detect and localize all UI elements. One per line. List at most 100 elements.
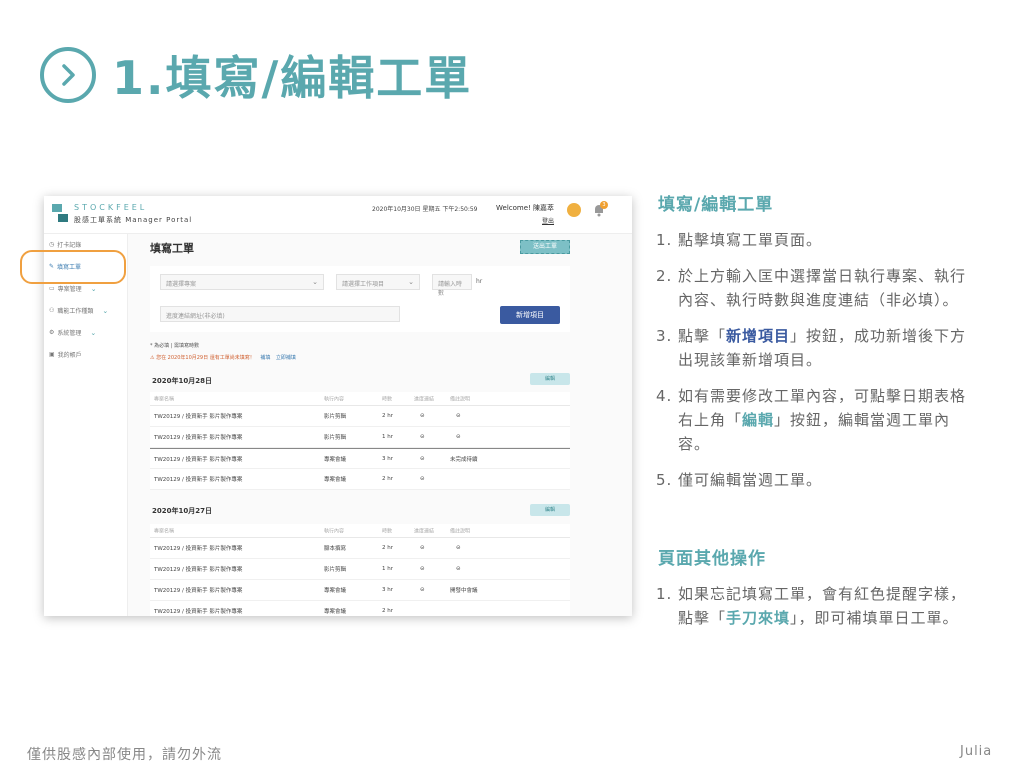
link-icon[interactable]: ⊝: [420, 434, 425, 440]
sidebar-item-job-types[interactable]: ⚇ 職能工作種類 ⌄: [49, 306, 109, 316]
cell-project: TW20129 / 投資新手 影片製作專案: [154, 546, 243, 552]
table-header: 專案名稱 執行內容 時數 進度連結 備註說明: [150, 392, 570, 406]
gear-icon: ⚙: [49, 329, 55, 336]
step-text: 出現該筆新增項目。: [678, 351, 823, 369]
step-text: 僅可編輯當週工單。: [678, 471, 823, 489]
table-row: TW20129 / 投資新手 影片製作專案 影片剪輯 2 hr ⊝ ⊝: [150, 406, 570, 427]
sidebar-item-label: 打卡記錄: [57, 242, 82, 249]
app-screenshot: STOCKFEEL 股感工單系統 Manager Portal 2020年10月…: [44, 196, 632, 616]
progress-link-input[interactable]: 進度連結網址(非必填): [160, 306, 400, 322]
col-hours: 時數: [382, 528, 393, 534]
link-icon[interactable]: ⊝: [420, 566, 425, 572]
cell-hours: 2 hr: [382, 545, 393, 551]
cell-project: TW20129 / 投資新手 影片製作專案: [154, 435, 243, 441]
link-icon[interactable]: ⊝: [456, 566, 461, 572]
sidebar-item-clock[interactable]: ◷ 打卡記錄: [49, 240, 81, 249]
highlight-ring: [20, 250, 126, 284]
footer-author: Julia: [960, 744, 993, 759]
step-4: 4. 如有需要修改工單內容，可點擊日期表格 右上角「編輯」按鈕，編輯當週工單內 容…: [656, 384, 1016, 456]
chevron-down-icon: ⌄: [90, 284, 97, 293]
account-icon: ▣: [49, 351, 55, 358]
cell-task: 專案會議: [324, 456, 347, 463]
step-number: 5.: [656, 471, 673, 489]
work-item-select[interactable]: 請選擇工作項目 ⌄: [336, 274, 420, 290]
sidebar-item-label: 專案管理: [57, 286, 82, 293]
add-item-button[interactable]: 新增項目: [500, 306, 560, 324]
step-text: 內容、執行時數與進度連結（非必填）。: [678, 291, 959, 309]
link-icon[interactable]: ⊝: [420, 413, 425, 419]
reminder-link-fill[interactable]: 補填: [260, 355, 270, 361]
link-icon[interactable]: ⊝: [456, 413, 461, 419]
step-2: 2. 於上方輸入匡中選擇當日執行專案、執行 內容、執行時數與進度連結（非必填）。: [656, 264, 1016, 312]
table-header: 專案名稱 執行內容 時數 進度連結 備註說明: [150, 524, 570, 538]
logout-link[interactable]: 登出: [542, 216, 554, 225]
link-icon[interactable]: ⊝: [420, 456, 425, 462]
reminder-link-fill-now[interactable]: 立即補填: [276, 355, 296, 361]
col-project: 專案名稱: [154, 528, 175, 534]
avatar[interactable]: [567, 203, 581, 217]
step-text: 如果忘記填寫工單，會有紅色提醒字樣，: [678, 585, 967, 603]
step-number: 1.: [656, 585, 673, 603]
warning-icon: ⚠: [150, 355, 155, 361]
project-select[interactable]: 請選擇專案 ⌄: [160, 274, 324, 290]
link-icon[interactable]: ⊝: [420, 476, 425, 482]
page-title: 填寫工單: [150, 242, 194, 255]
cell-project: TW20129 / 投資新手 影片製作專案: [154, 414, 243, 420]
slide-title-text: 1.填寫/編輯工單: [112, 51, 473, 105]
step-text: 右上角「: [678, 411, 743, 429]
link-icon[interactable]: ⊝: [420, 545, 425, 551]
section-title-fill-edit: 填寫/編輯工單: [658, 195, 774, 215]
col-task: 執行內容: [324, 528, 345, 534]
chevron-down-icon: ⌄: [102, 306, 109, 315]
step-text: 」，即可補填單日工單。: [790, 609, 959, 627]
col-task: 執行內容: [324, 396, 345, 402]
chevron-right-circle-icon: [40, 47, 96, 103]
step-5: 5. 僅可編輯當週工單。: [656, 468, 1016, 492]
cell-hours: 1 hr: [382, 566, 393, 572]
submit-ticket-button[interactable]: 送出工單: [520, 240, 570, 254]
brand-name: STOCKFEEL: [74, 203, 148, 212]
work-item-placeholder: 請選擇工作項目: [342, 281, 385, 288]
cell-hours: 1 hr: [382, 434, 393, 440]
step-number: 2.: [656, 267, 673, 285]
step-1: 1. 點擊填寫工單頁面。: [656, 228, 1016, 252]
table-row: TW20129 / 投資新手 影片製作專案 專案會議 3 hr ⊝ 未完成待續: [150, 448, 570, 469]
table-row: TW20129 / 投資新手 影片製作專案 影片剪輯 1 hr ⊝ ⊝: [150, 559, 570, 580]
col-note: 備註說明: [450, 396, 471, 402]
col-project: 專案名稱: [154, 396, 175, 402]
ticket-form: 請選擇專案 ⌄ 請選擇工作項目 ⌄ 請輸入時數 hr 進度連結網址(非必填) 新增項…: [150, 266, 570, 332]
hours-unit: hr: [476, 278, 483, 285]
progress-link-placeholder: 進度連結網址(非必填): [166, 313, 225, 320]
col-hours: 時數: [382, 396, 393, 402]
col-link: 進度連結: [414, 528, 435, 534]
cell-hours: 3 hr: [382, 455, 393, 462]
folder-icon: ▭: [49, 285, 55, 292]
sidebar-item-account[interactable]: ▣ 我的帳戶: [49, 350, 82, 359]
cell-project: TW20129 / 投資新手 影片製作專案: [154, 588, 243, 594]
hours-input[interactable]: 請輸入時數: [432, 274, 472, 297]
other-step-1: 1. 如果忘記填寫工單，會有紅色提醒字樣， 點擊「手刀來填」，即可補填單日工單。: [656, 582, 1016, 630]
day-table: 專案名稱 執行內容 時數 進度連結 備註說明 TW20129 / 投資新手 影片…: [150, 392, 570, 490]
edit-day-button[interactable]: 編輯: [530, 373, 570, 385]
edit-day-button[interactable]: 編輯: [530, 504, 570, 516]
col-note: 備註說明: [450, 528, 471, 534]
sidebar-item-label: 系統管理: [57, 330, 82, 337]
col-link: 進度連結: [414, 396, 435, 402]
link-icon[interactable]: ⊝: [420, 587, 425, 593]
link-icon[interactable]: ⊝: [456, 434, 461, 440]
step-highlight: 編輯: [742, 411, 775, 429]
header-datetime: 2020年10月30日 星期五 下午2:50:59: [372, 206, 478, 213]
chevron-down-icon: ⌄: [408, 278, 414, 286]
day-date: 2020年10月27日: [152, 507, 212, 515]
sidebar-item-projects[interactable]: ▭ 專案管理 ⌄: [49, 284, 97, 294]
step-highlight: 新增項目: [726, 327, 791, 345]
chevron-down-icon: ⌄: [90, 328, 97, 337]
sidebar-item-label: 職能工作種類: [57, 308, 94, 315]
cell-project: TW20129 / 投資新手 影片製作專案: [154, 456, 243, 463]
day-date: 2020年10月28日: [152, 377, 212, 385]
day-table: 專案名稱 執行內容 時數 進度連結 備註說明 TW20129 / 投資新手 影片…: [150, 524, 570, 616]
cell-hours: 3 hr: [382, 587, 393, 593]
sidebar-item-system[interactable]: ⚙ 系統管理 ⌄: [49, 328, 97, 338]
step-text: 如有需要修改工單內容，可點擊日期表格: [678, 387, 967, 405]
link-icon[interactable]: ⊝: [456, 545, 461, 551]
